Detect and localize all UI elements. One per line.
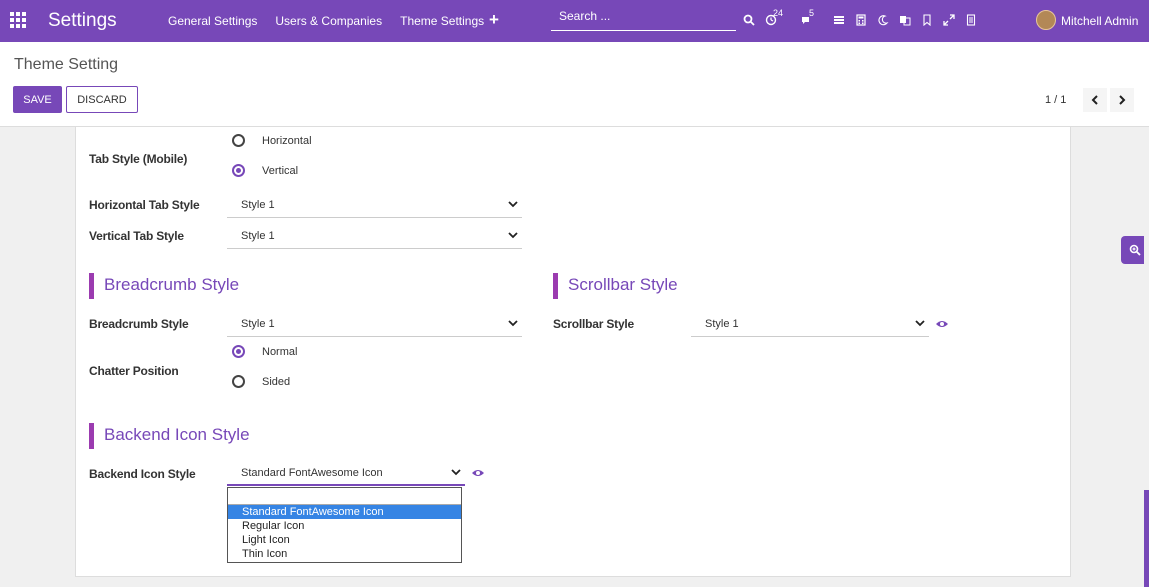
app-title[interactable]: Settings (48, 10, 117, 32)
dropdown-empty-option[interactable] (228, 488, 461, 505)
pager-next-button[interactable] (1110, 88, 1134, 112)
activity-count-badge: 24 (773, 8, 784, 18)
control-panel: Theme Setting SAVE DISCARD 1 / 1 (0, 42, 1149, 127)
scrollbar-style-value: Style 1 (705, 318, 739, 330)
radio-horizontal[interactable] (232, 134, 245, 147)
user-avatar[interactable] (1036, 10, 1056, 30)
radio-normal-label: Normal (262, 346, 298, 358)
scrollbar-style-select[interactable]: Style 1 (691, 313, 929, 337)
menu-users-companies[interactable]: Users & Companies (275, 14, 382, 28)
user-name[interactable]: Mitchell Admin (1061, 14, 1138, 28)
breadcrumb-style-value: Style 1 (241, 318, 275, 330)
list-icon[interactable] (830, 11, 848, 29)
backend-icon-style-label: Backend Icon Style (89, 467, 196, 481)
radio-sided[interactable] (232, 375, 245, 388)
top-navbar: Settings General Settings Users & Compan… (0, 0, 1149, 42)
chevron-down-icon (508, 320, 518, 327)
radio-vertical[interactable] (232, 164, 245, 177)
scrollbar-thumb[interactable] (1144, 490, 1149, 587)
chevron-down-icon (915, 320, 925, 327)
eye-icon[interactable] (935, 319, 949, 329)
scrollbar-section-title: Scrollbar Style (553, 273, 678, 299)
radio-normal[interactable] (232, 345, 245, 358)
chevron-down-icon (508, 232, 518, 239)
messages-icon[interactable]: 5 (798, 8, 816, 29)
dropdown-option[interactable]: Light Icon (228, 533, 461, 547)
backend-icon-section-title: Backend Icon Style (89, 423, 250, 449)
backend-icon-style-select[interactable]: Standard FontAwesome Icon (227, 462, 465, 486)
chatter-position-label: Chatter Position (89, 364, 179, 378)
main-menu: General Settings Users & Companies Theme… (168, 14, 502, 28)
pager-previous-button[interactable] (1083, 88, 1107, 112)
breadcrumb-style-label: Breadcrumb Style (89, 317, 189, 331)
breadcrumb: Theme Setting (14, 56, 119, 73)
radio-horizontal-label: Horizontal (262, 135, 312, 147)
tab-style-mobile-label: Tab Style (Mobile) (89, 152, 188, 166)
dropdown-option[interactable]: Regular Icon (228, 519, 461, 533)
activity-clock-icon[interactable]: 24 (762, 8, 784, 29)
radio-vertical-label: Vertical (262, 165, 299, 177)
save-button[interactable]: SAVE (13, 86, 62, 113)
calculator-icon[interactable] (852, 11, 870, 29)
vertical-tab-style-label: Vertical Tab Style (89, 229, 184, 243)
dropdown-option[interactable]: Standard FontAwesome Icon (228, 505, 461, 519)
search-input[interactable]: Search ... (551, 8, 736, 31)
dropdown-option[interactable]: Thin Icon (228, 547, 461, 561)
bookmark-icon[interactable] (918, 11, 936, 29)
chevron-down-icon (451, 469, 461, 476)
radio-sided-label: Sided (262, 376, 291, 388)
horizontal-tab-style-label: Horizontal Tab Style (89, 198, 200, 212)
vertical-tab-style-select[interactable]: Style 1 (227, 225, 522, 249)
systray: 24 5 (740, 8, 984, 29)
add-menu-icon[interactable]: + (489, 10, 499, 30)
horizontal-tab-style-value: Style 1 (241, 199, 275, 211)
horizontal-tab-style-select[interactable]: Style 1 (227, 194, 522, 218)
menu-theme-settings[interactable]: Theme Settings (400, 14, 484, 28)
scrollbar-style-label: Scrollbar Style (553, 317, 635, 331)
apps-menu-icon[interactable] (10, 12, 26, 28)
fullscreen-icon[interactable] (940, 11, 958, 29)
breadcrumb-section-title: Breadcrumb Style (89, 273, 239, 299)
message-count-badge: 5 (809, 8, 815, 18)
backend-icon-dropdown-list: Standard FontAwesome Icon Regular Icon L… (227, 487, 462, 563)
chevron-down-icon (508, 201, 518, 208)
dark-mode-moon-icon[interactable] (874, 11, 892, 29)
backend-icon-style-value: Standard FontAwesome Icon (241, 467, 383, 479)
chevron-right-icon (1119, 95, 1126, 105)
document-icon[interactable] (962, 11, 980, 29)
eye-icon[interactable] (471, 468, 485, 478)
search-icon[interactable] (740, 11, 758, 29)
pager-value[interactable]: 1 / 1 (1045, 94, 1066, 106)
language-icon[interactable] (896, 11, 914, 29)
chevron-left-icon (1091, 95, 1098, 105)
menu-general-settings[interactable]: General Settings (168, 14, 257, 28)
zoom-in-icon (1129, 244, 1141, 256)
breadcrumb-style-select[interactable]: Style 1 (227, 313, 522, 337)
discard-button[interactable]: DISCARD (66, 86, 138, 113)
vertical-tab-style-value: Style 1 (241, 230, 275, 242)
form-sheet (75, 127, 1071, 577)
